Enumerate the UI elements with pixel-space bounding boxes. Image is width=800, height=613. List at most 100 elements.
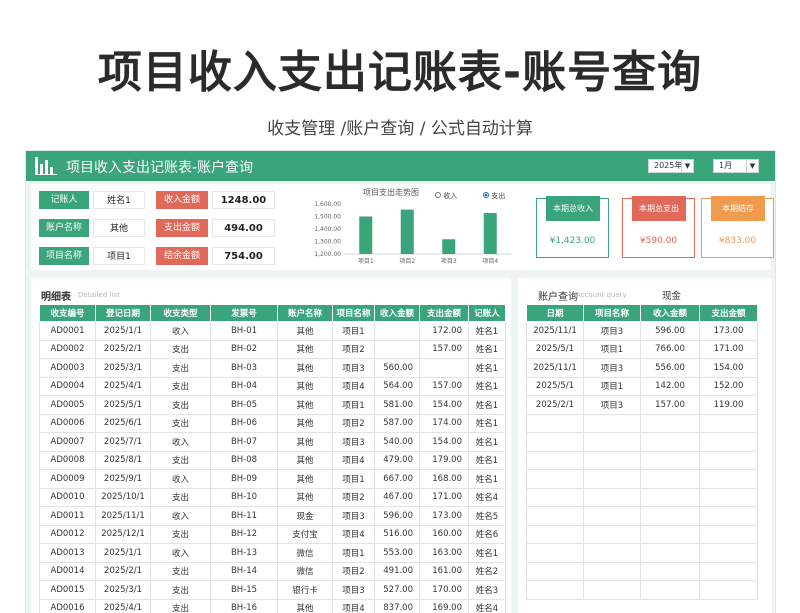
table-cell: 其他 — [277, 321, 333, 341]
table-cell: 169.00 — [419, 598, 469, 613]
table-cell: 152.00 — [699, 376, 758, 396]
table-row[interactable]: AD0012 2025/12/1 支出 BH-12 支付宝 项目4 516.00 160.00… — [39, 524, 506, 544]
filter-label-account: 账户名称 — [39, 219, 89, 237]
empty-cell — [699, 450, 758, 470]
table-cell: AD0002 — [39, 339, 96, 359]
year-select[interactable]: 2025年 ▼ — [648, 159, 694, 173]
x-tick-label: 项目3 — [441, 258, 457, 265]
table-cell: 160.00 — [419, 524, 469, 544]
table-cell: AD0012 — [39, 524, 96, 544]
table-cell: 姓名1 — [468, 450, 506, 470]
account-column-header: 支出金额 — [699, 304, 758, 322]
table-cell: 2025/10/1 — [95, 487, 151, 507]
table-row[interactable]: 2025/11/1 项目3 556.00 154.00 — [526, 358, 758, 378]
table-cell: 支出 — [150, 450, 211, 470]
table-row[interactable]: AD0001 2025/1/1 收入 BH-01 其他 项目1 172.00 姓名1 — [39, 321, 506, 341]
filter-value-project[interactable]: 项目1 — [93, 247, 145, 265]
table-row[interactable]: 2025/2/1 项目3 157.00 119.00 — [526, 395, 758, 415]
table-cell: BH-02 — [210, 339, 278, 359]
table-cell: 560.00 — [374, 358, 420, 378]
table-cell: 516.00 — [374, 524, 420, 544]
table-row[interactable]: AD0005 2025/5/1 支出 BH-05 其他 项目1 581.00 154.00 姓名… — [39, 395, 506, 415]
table-row[interactable]: AD0011 2025/11/1 收入 BH-11 现金 项目3 596.00 173.00 姓… — [39, 506, 506, 526]
page-subtitle: 收支管理 /账户查询 / 公式自动计算 — [267, 119, 533, 139]
page-title: 项目收入支出记账表-账号查询 — [97, 47, 703, 98]
table-cell: 2025/4/1 — [95, 376, 151, 396]
table-cell: BH-14 — [210, 561, 278, 581]
table-row[interactable]: AD0014 2025/2/1 支出 BH-14 微信 项目2 491.00 161.00 姓名… — [39, 561, 506, 581]
month-select[interactable]: 1月 ▼ — [713, 159, 759, 173]
account-query-selected[interactable]: 现金 — [662, 288, 681, 302]
x-tick-label: 项目2 — [399, 258, 415, 265]
table-cell: 收入 — [150, 469, 211, 489]
table-cell: AD0014 — [39, 561, 96, 581]
table-cell: 667.00 — [374, 469, 420, 489]
table-row[interactable]: AD0009 2025/9/1 收入 BH-09 其他 项目1 667.00 168.00 姓名… — [39, 469, 506, 489]
empty-cell — [583, 487, 641, 507]
table-cell: BH-07 — [210, 432, 278, 452]
table-row[interactable]: AD0002 2025/2/1 支出 BH-02 其他 项目2 157.00 姓名1 — [39, 339, 506, 359]
table-row[interactable]: AD0015 2025/3/1 支出 BH-15 银行卡 项目3 527.00 170.00 姓… — [39, 580, 506, 600]
table-cell: 姓名6 — [468, 524, 506, 544]
table-cell: 姓名4 — [468, 598, 506, 613]
table-row[interactable]: 2025/5/1 项目1 142.00 152.00 — [526, 376, 758, 396]
table-cell: BH-11 — [210, 506, 278, 526]
empty-cell — [640, 450, 700, 470]
empty-cell — [640, 524, 700, 544]
table-cell: 项目3 — [332, 358, 375, 378]
table-cell: 527.00 — [374, 580, 420, 600]
empty-cell — [526, 543, 584, 563]
empty-cell — [526, 580, 584, 600]
empty-row — [526, 469, 758, 489]
table-cell: 项目2 — [332, 413, 375, 433]
table-cell: 姓名1 — [468, 358, 506, 378]
filter-value-bookkeeper[interactable]: 姓名1 — [93, 191, 145, 209]
table-cell: 168.00 — [419, 469, 469, 489]
table-cell: BH-05 — [210, 395, 278, 415]
table-cell: 553.00 — [374, 543, 420, 563]
account-query-subtitle: Account query — [576, 291, 627, 299]
filter-label-project: 项目名称 — [39, 247, 89, 265]
table-cell — [374, 321, 420, 341]
table-row[interactable]: AD0008 2025/8/1 支出 BH-08 其他 项目4 479.00 179.00 姓名… — [39, 450, 506, 470]
empty-cell — [640, 543, 700, 563]
table-cell: 微信 — [277, 561, 333, 581]
table-cell: AD0006 — [39, 413, 96, 433]
empty-cell — [526, 469, 584, 489]
filter-value-account[interactable]: 其他 — [93, 219, 145, 237]
table-cell: 766.00 — [640, 339, 700, 359]
empty-cell — [526, 487, 584, 507]
chart-title: 项目支出走势图 — [363, 188, 419, 197]
table-cell: 2025/9/1 — [95, 469, 151, 489]
summary-value-income: 1248.00 — [212, 191, 275, 209]
month-select-value: 1月 — [719, 161, 733, 170]
table-row[interactable]: AD0004 2025/4/1 支出 BH-04 其他 项目4 564.00 157.00 姓名… — [39, 376, 506, 396]
table-cell: 其他 — [277, 598, 333, 613]
table-cell: 支出 — [150, 487, 211, 507]
table-row[interactable]: 2025/5/1 项目1 766.00 171.00 — [526, 339, 758, 359]
table-cell: 2025/2/1 — [526, 395, 584, 415]
table-row[interactable]: AD0006 2025/6/1 支出 BH-06 其他 项目2 587.00 174.00 姓名… — [39, 413, 506, 433]
table-cell: 姓名1 — [468, 543, 506, 563]
detail-column-header: 支出金额 — [419, 304, 469, 322]
table-cell: 支出 — [150, 580, 211, 600]
table-cell: 596.00 — [374, 506, 420, 526]
table-row[interactable]: AD0010 2025/10/1 支出 BH-10 其他 项目2 467.00 171.00 姓… — [39, 487, 506, 507]
table-cell: 2025/4/1 — [95, 598, 151, 613]
filter-label-bookkeeper: 记账人 — [39, 191, 89, 209]
table-cell: 491.00 — [374, 561, 420, 581]
table-row[interactable]: AD0003 2025/3/1 支出 BH-03 其他 项目3 560.00 姓名1 — [39, 358, 506, 378]
table-cell: 项目3 — [332, 432, 375, 452]
table-row[interactable]: AD0016 2025/4/1 支出 BH-16 其他 项目4 837.00 169.00 姓名… — [39, 598, 506, 613]
empty-cell — [583, 432, 641, 452]
table-row[interactable]: AD0007 2025/7/1 收入 BH-07 其他 项目3 540.00 154.00 姓名… — [39, 432, 506, 452]
empty-cell — [583, 413, 641, 433]
bar-chart-icon — [35, 157, 57, 175]
table-row[interactable]: AD0013 2025/1/1 收入 BH-13 微信 项目1 553.00 163.00 姓名… — [39, 543, 506, 563]
table-cell: 支出 — [150, 358, 211, 378]
table-cell: 564.00 — [374, 376, 420, 396]
table-row[interactable]: 2025/11/1 项目3 596.00 173.00 — [526, 321, 758, 341]
table-cell: 540.00 — [374, 432, 420, 452]
query-panel: 记账人 姓名1 账户名称 其他 项目名称 项目1 收入金额 1248.00 支出… — [31, 184, 774, 270]
table-cell: AD0011 — [39, 506, 96, 526]
